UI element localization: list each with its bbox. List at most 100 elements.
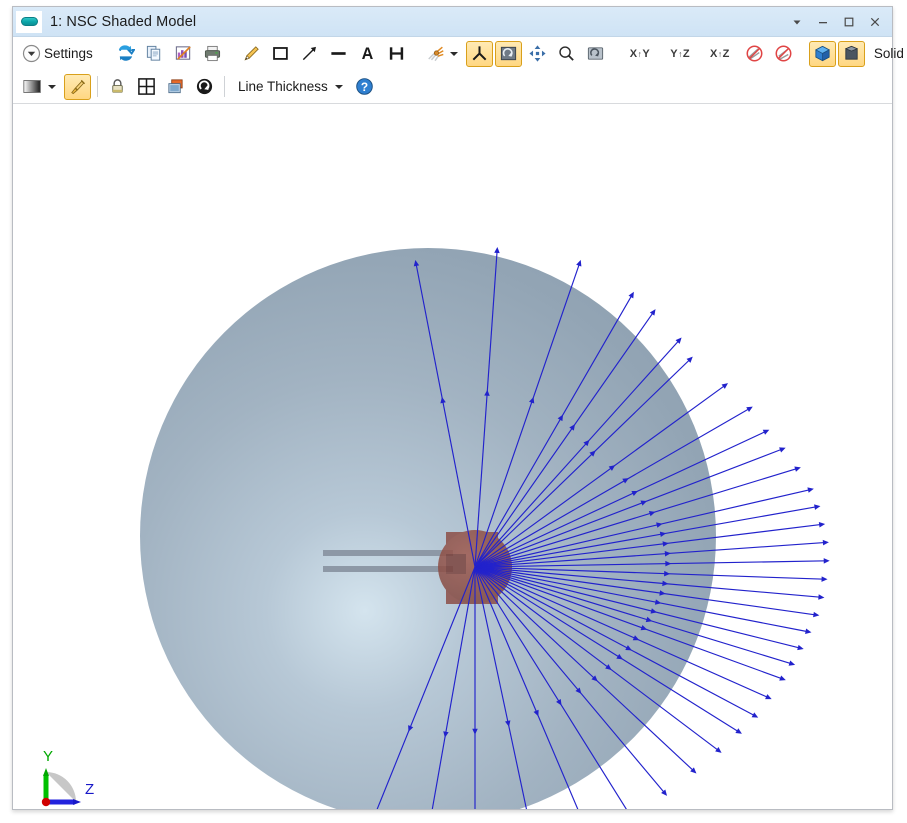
line-icon (331, 52, 346, 55)
save-image-button[interactable] (170, 41, 197, 67)
render-mode-label: Solid (873, 46, 904, 61)
chevron-down-icon (334, 84, 343, 89)
axis-triad: Y Z (41, 748, 94, 807)
toolbar-secondary: Line Thickness ? (13, 70, 892, 104)
chevron-down-icon (48, 84, 56, 89)
ray-direction-marker (443, 731, 449, 738)
refresh-render-button[interactable] (191, 74, 218, 100)
ray-direction-marker (659, 531, 667, 538)
no-rays-icon (746, 45, 763, 62)
axis-label-y: Y (43, 748, 53, 765)
zoom-button[interactable] (553, 41, 580, 67)
text-a-icon: A (361, 45, 373, 63)
detector-sphere (140, 248, 716, 809)
copy-icon (146, 45, 160, 61)
gray-cube-icon (844, 45, 859, 60)
hide-rays-alt-button[interactable] (770, 41, 797, 67)
gradient-swatch-icon (23, 80, 41, 93)
toolbar-primary: Settings A X↑Y Y↑Z X↑Z Solid (13, 37, 904, 70)
hide-rays-button[interactable] (741, 41, 768, 67)
rectangle-tool-button[interactable] (267, 41, 294, 67)
copy-button[interactable] (141, 41, 168, 67)
blue-cube-icon (814, 45, 830, 62)
dimension-h-icon (389, 47, 403, 60)
window-icon-container (16, 10, 42, 33)
line-thickness-label: Line Thickness (238, 79, 328, 94)
ray-direction-marker (440, 396, 446, 404)
help-circle-icon: ? (356, 78, 373, 95)
axis-label-z: Z (85, 781, 94, 798)
ray-direction-marker (650, 608, 657, 614)
dimension-tool-button[interactable] (383, 41, 410, 67)
print-button[interactable] (199, 41, 226, 67)
fit-view-button[interactable] (133, 74, 160, 100)
view-xz-label: X↑Z (710, 47, 730, 60)
settings-label: Settings (44, 46, 93, 61)
lock-icon (112, 79, 123, 93)
window-title: 1: NSC Shaded Model (50, 13, 197, 30)
arrow-icon (302, 46, 316, 61)
render-mode-dropdown[interactable]: Solid (867, 41, 907, 67)
lock-button[interactable] (104, 74, 131, 100)
layers-button[interactable] (162, 74, 189, 100)
view-xy-label: X↑Y (629, 47, 651, 60)
dropdown-button[interactable] (784, 9, 810, 35)
refresh-icon (118, 45, 135, 61)
model-viewport[interactable]: Y Z 20 mm (13, 104, 892, 809)
pencil-tool-button[interactable] (238, 41, 265, 67)
refresh-button[interactable] (112, 41, 139, 67)
arrow-tool-button[interactable] (296, 41, 323, 67)
chevron-down-icon (449, 51, 458, 56)
window-titlebar: 1: NSC Shaded Model (13, 7, 892, 37)
pan-button[interactable] (524, 41, 551, 67)
save-chart-icon (175, 46, 191, 60)
rotate-3d-button[interactable] (465, 40, 493, 67)
minimize-button[interactable] (810, 9, 836, 35)
view-xy-button[interactable]: X↑Y (621, 41, 659, 67)
toolbar-separator (224, 76, 225, 97)
fit-frame-icon (138, 78, 155, 95)
view-xz-button[interactable]: X↑Z (701, 41, 739, 67)
rotate-view-button[interactable] (494, 40, 522, 67)
flashlight-icon (71, 79, 86, 95)
printer-icon (204, 45, 220, 62)
nsc-shaded-scene[interactable]: Y Z 20 mm (13, 104, 892, 809)
solid-model-button[interactable] (837, 40, 865, 67)
settings-button[interactable]: Settings (18, 41, 100, 67)
ray-direction-marker (505, 720, 511, 727)
ray-direction-marker (656, 522, 663, 528)
close-button[interactable] (862, 9, 888, 35)
line-thickness-dropdown[interactable]: Line Thickness (231, 74, 349, 100)
text-tool-button[interactable]: A (354, 41, 381, 67)
light-source-button[interactable] (64, 73, 91, 100)
maximize-button[interactable] (836, 9, 862, 35)
gradient-fill-button[interactable] (18, 74, 62, 100)
svg-text:A: A (361, 45, 373, 63)
reset-view-button[interactable] (582, 41, 609, 67)
layers-icon (168, 79, 183, 94)
nsc-shaded-model-window: 1: NSC Shaded Model Settings A X↑Y Y↑Z X… (12, 6, 904, 810)
pan-arrows-icon (529, 45, 546, 62)
rays-icon (427, 46, 444, 62)
view-yz-button[interactable]: Y↑Z (661, 41, 699, 67)
window-controls (784, 7, 888, 37)
chevron-down-circle-icon (22, 44, 41, 63)
screenshot-root: 1: NSC Shaded Model Settings A X↑Y Y↑Z X… (0, 0, 907, 823)
pencil-icon (244, 46, 259, 61)
magnifier-icon (559, 46, 574, 61)
refresh-circle-icon (196, 78, 213, 95)
rectangle-icon (272, 47, 288, 60)
shaded-model-button[interactable] (808, 40, 836, 67)
axis-tripod-icon (472, 46, 487, 61)
svg-text:?: ? (361, 80, 368, 94)
no-rays-alt-icon (775, 45, 792, 62)
reset-view-icon (587, 47, 603, 60)
ray-direction-marker (654, 599, 662, 605)
toolbar-separator (97, 76, 98, 97)
rotate-view-icon (500, 46, 516, 61)
line-tool-button[interactable] (325, 41, 352, 67)
view-yz-label: Y↑Z (670, 47, 691, 60)
help-button[interactable]: ? (351, 74, 378, 100)
ray-display-button[interactable] (422, 41, 464, 67)
led-icon (20, 17, 38, 26)
